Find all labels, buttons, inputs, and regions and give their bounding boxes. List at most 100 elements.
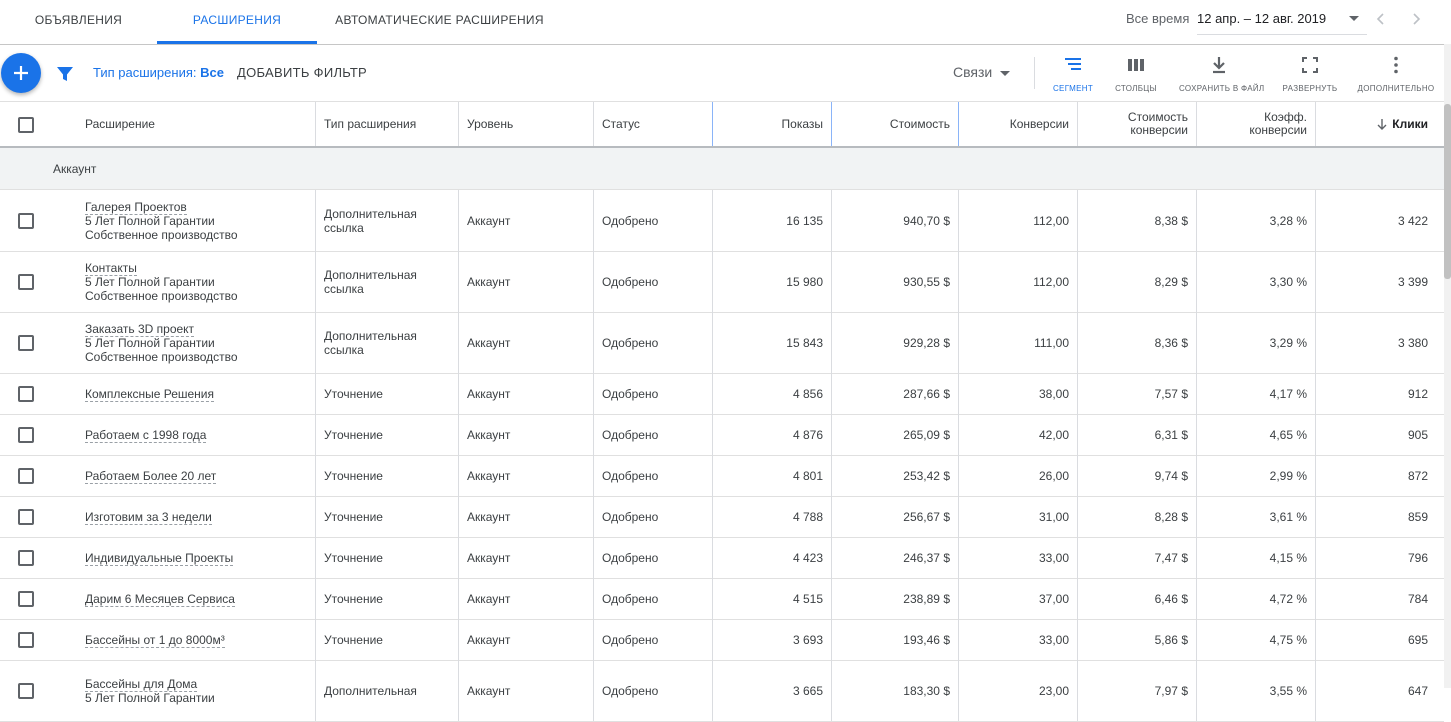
more-vert-icon: [1394, 56, 1398, 74]
top-tabs: ОБЪЯВЛЕНИЯ РАСШИРЕНИЯ АВТОМАТИЧЕСКИЕ РАС…: [0, 0, 1444, 45]
table-row[interactable]: Заказать 3D проект 5 Лет Полной Гарантии С…: [0, 312, 1444, 374]
select-all-checkbox[interactable]: [18, 117, 34, 133]
cell-type: Уточнение: [316, 455, 459, 496]
cell-conv-rate: 3,29 %: [1197, 312, 1316, 373]
extension-type-filter[interactable]: Тип расширения: Все: [93, 65, 224, 80]
table-row[interactable]: Галерея Проектов 5 Лет Полной Гарантии Соб…: [0, 190, 1444, 252]
extension-title[interactable]: Бассейны для Дома: [85, 676, 198, 692]
cell-conv-rate: 4,72 %: [1197, 578, 1316, 619]
header-status[interactable]: Статус: [594, 102, 713, 146]
extension-title[interactable]: Заказать 3D проект: [85, 321, 195, 337]
extension-title[interactable]: Работаем с 1998 года: [85, 427, 207, 443]
row-checkbox[interactable]: [18, 386, 34, 402]
tab-auto-extensions[interactable]: АВТОМАТИЧЕСКИЕ РАСШИРЕНИЯ: [317, 0, 562, 43]
cell-extension[interactable]: Бассейны от 1 до 8000м³: [77, 619, 316, 660]
expand-button[interactable]: РАЗВЕРНУТЬ: [1270, 55, 1350, 95]
cell-extension[interactable]: Комплексные Решения: [77, 373, 316, 414]
row-checkbox[interactable]: [18, 213, 34, 229]
cell-impressions: 15 843: [713, 312, 832, 373]
header-level[interactable]: Уровень: [459, 102, 594, 146]
cell-cost: 940,70 $: [832, 190, 959, 251]
cell-conv-rate: 4,15 %: [1197, 537, 1316, 578]
cell-conversions: 112,00: [959, 251, 1078, 312]
columns-button[interactable]: СТОЛБЦЫ: [1096, 55, 1176, 95]
cell-conversions: 42,00: [959, 414, 1078, 455]
cell-level: Аккаунт: [459, 619, 594, 660]
header-type[interactable]: Тип расширения: [316, 102, 459, 146]
table-row[interactable]: Изготовим за 3 недели Уточнение Аккаунт Одо…: [0, 496, 1444, 538]
header-impressions[interactable]: Показы: [713, 102, 832, 146]
extension-title[interactable]: Контакты: [85, 260, 137, 276]
filter-icon[interactable]: [56, 65, 74, 83]
cell-extension[interactable]: Работаем Более 20 лет: [77, 455, 316, 496]
cell-cost-conv: 8,38 $: [1078, 190, 1197, 251]
more-button[interactable]: ДОПОЛНИТЕЛЬНО: [1356, 55, 1436, 95]
row-checkbox[interactable]: [18, 274, 34, 290]
extension-title[interactable]: Индивидуальные Проекты: [85, 550, 234, 566]
type-text: Уточнение: [324, 469, 383, 483]
extension-title[interactable]: Галерея Проектов: [85, 199, 187, 215]
extension-text: Дарим 6 Месяцев Сервиса: [85, 591, 235, 607]
chevron-right-icon[interactable]: [1409, 12, 1423, 26]
scrollbar-thumb[interactable]: [1444, 104, 1451, 279]
extension-title[interactable]: Комплексные Решения: [85, 386, 215, 402]
cell-extension[interactable]: Индивидуальные Проекты: [77, 537, 316, 578]
add-button[interactable]: [1, 53, 41, 93]
table-row[interactable]: Комплексные Решения Уточнение Аккаунт Одобр…: [0, 373, 1444, 415]
cell-type: Уточнение: [316, 414, 459, 455]
cell-extension[interactable]: Работаем с 1998 года: [77, 414, 316, 455]
header-cost[interactable]: Стоимость: [832, 102, 959, 146]
chevron-left-icon[interactable]: [1374, 12, 1388, 26]
table-row[interactable]: Дарим 6 Месяцев Сервиса Уточнение Аккаунт О…: [0, 578, 1444, 620]
row-checkbox[interactable]: [18, 550, 34, 566]
row-checkbox[interactable]: [18, 683, 34, 699]
table-row[interactable]: Бассейны для Дома 5 Лет Полной Гарантии До…: [0, 660, 1444, 722]
extension-title[interactable]: Изготовим за 3 недели: [85, 509, 212, 525]
links-dropdown[interactable]: Связи: [953, 64, 1011, 80]
add-filter-button[interactable]: ДОБАВИТЬ ФИЛЬТР: [237, 65, 367, 80]
tab-extensions[interactable]: РАСШИРЕНИЯ: [157, 0, 317, 44]
row-checkbox[interactable]: [18, 468, 34, 484]
table-row[interactable]: Бассейны от 1 до 8000м³ Уточнение Аккаунт О…: [0, 619, 1444, 661]
cell-clicks: 3 422: [1397, 213, 1428, 228]
date-range-label: Все время: [1126, 11, 1190, 26]
header-clicks[interactable]: Клики: [1316, 102, 1436, 146]
cell-extension[interactable]: Заказать 3D проект 5 Лет Полной Гарантии С…: [77, 312, 316, 373]
extension-title[interactable]: Бассейны от 1 до 8000м³: [85, 632, 225, 648]
table-row[interactable]: Индивидуальные Проекты Уточнение Аккаунт Од…: [0, 537, 1444, 579]
cell-extension[interactable]: Бассейны для Дома 5 Лет Полной Гарантии: [77, 660, 316, 721]
header-cost-per-conversion[interactable]: Стоимость конверсии: [1078, 102, 1197, 146]
row-checkbox[interactable]: [18, 632, 34, 648]
extension-desc2: Собственное производство: [85, 288, 238, 303]
cell-conversions: 31,00: [959, 496, 1078, 537]
row-checkbox[interactable]: [18, 335, 34, 351]
cell-extension[interactable]: Изготовим за 3 недели: [77, 496, 316, 537]
row-checkbox[interactable]: [18, 591, 34, 607]
save-to-file-button[interactable]: СОХРАНИТЬ В ФАЙЛ: [1179, 55, 1264, 95]
type-type1: Уточнение: [324, 386, 383, 401]
header-extension[interactable]: Расширение: [77, 102, 316, 146]
cell-clicks: 3 380: [1397, 335, 1428, 350]
cell-clicks: 859: [1407, 509, 1428, 524]
extension-text: Работаем с 1998 года: [85, 427, 207, 443]
tab-ads[interactable]: ОБЪЯВЛЕНИЯ: [0, 0, 157, 43]
header-conversions[interactable]: Конверсии: [959, 102, 1078, 146]
table-row[interactable]: Контакты 5 Лет Полной Гарантии Собственное…: [0, 251, 1444, 313]
row-checkbox[interactable]: [18, 427, 34, 443]
cell-extension[interactable]: Дарим 6 Месяцев Сервиса: [77, 578, 316, 619]
cell-cost-conv: 8,29 $: [1078, 251, 1197, 312]
vertical-scrollbar[interactable]: [1444, 44, 1451, 688]
cell-impressions: 4 801: [713, 455, 832, 496]
cell-extension[interactable]: Контакты 5 Лет Полной Гарантии Собственное…: [77, 251, 316, 312]
cell-extension[interactable]: Галерея Проектов 5 Лет Полной Гарантии Соб…: [77, 190, 316, 251]
extension-title[interactable]: Дарим 6 Месяцев Сервиса: [85, 591, 235, 607]
header-conversion-rate[interactable]: Коэфф. конверсии: [1197, 102, 1316, 146]
extension-title[interactable]: Работаем Более 20 лет: [85, 468, 217, 484]
date-range-select[interactable]: 12 апр. – 12 авг. 2019: [1197, 0, 1367, 35]
row-checkbox[interactable]: [18, 509, 34, 525]
cell-conv-rate: 4,17 %: [1197, 373, 1316, 414]
table-row[interactable]: Работаем с 1998 года Уточнение Аккаунт Одоб…: [0, 414, 1444, 456]
caret-down-icon: [1000, 70, 1011, 76]
table-row[interactable]: Работаем Более 20 лет Уточнение Аккаунт Одо…: [0, 455, 1444, 497]
cell-conv-rate: 4,65 %: [1197, 414, 1316, 455]
